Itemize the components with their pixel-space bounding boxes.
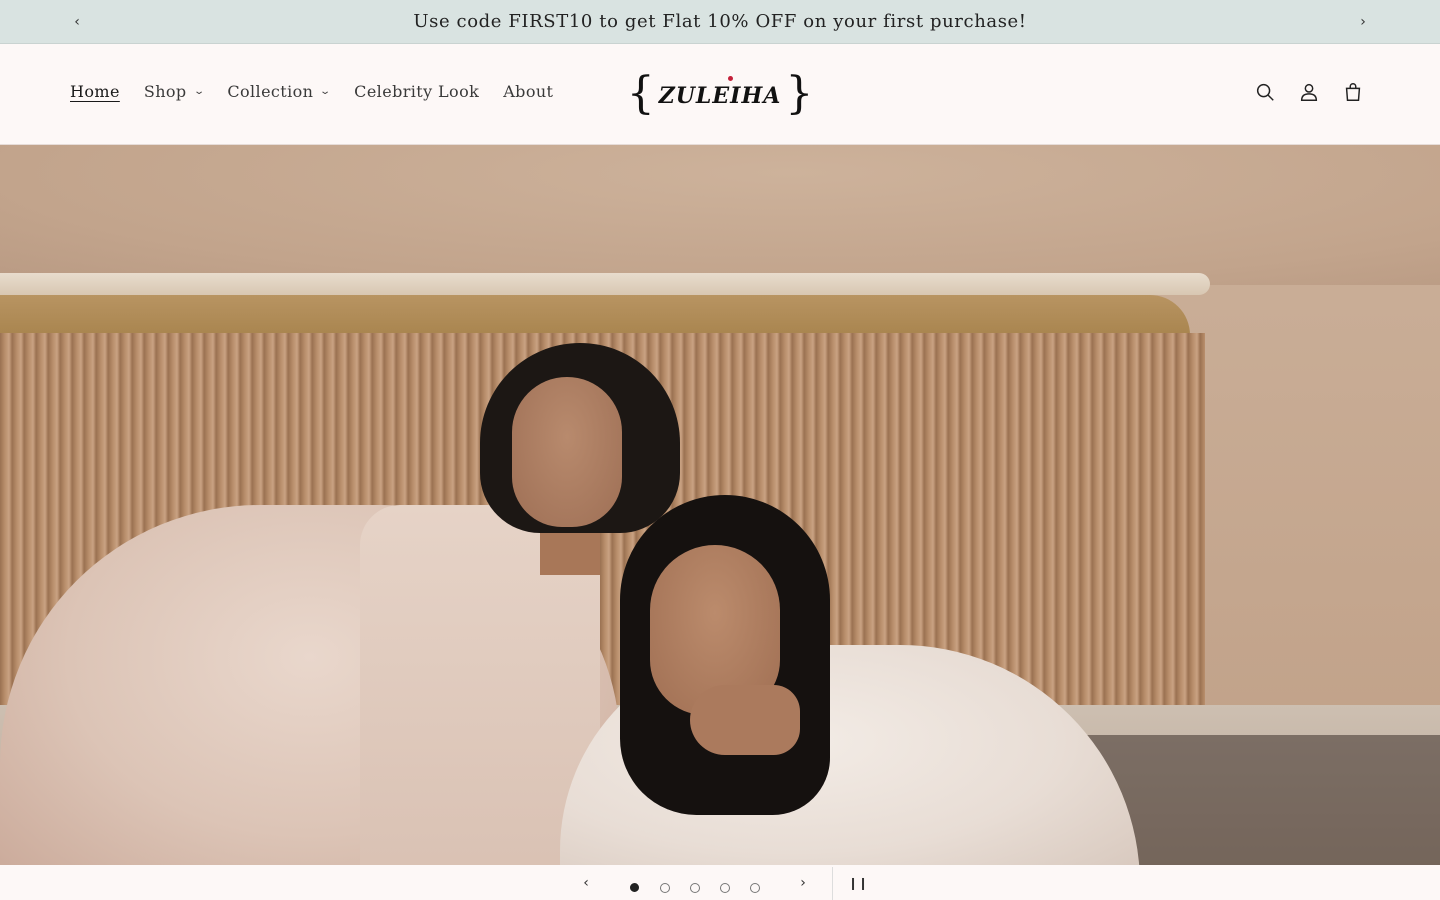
slide-dot-3[interactable] <box>690 883 700 893</box>
pause-icon: ❙❙ <box>847 876 869 890</box>
main-nav: Home Shop ⌄ Collection ⌄ Celebrity Look Ab… <box>70 82 577 101</box>
announcement-bar: ‹ Use code FIRST10 to get Flat 10% OFF o… <box>0 0 1440 44</box>
slide-prev-button[interactable]: ‹ <box>578 875 594 891</box>
nav-item-shop[interactable]: Shop ⌄ <box>143 82 206 101</box>
nav-item-label: Celebrity Look <box>354 82 480 101</box>
nav-item-celebrity-look[interactable]: Celebrity Look <box>354 82 479 101</box>
announcement-text: Use code FIRST10 to get Flat 10% OFF on … <box>413 11 1027 32</box>
chevron-down-icon: ⌄ <box>192 86 206 97</box>
brand-logo[interactable]: { ZULEIHA } <box>627 70 814 118</box>
controls-divider <box>832 867 833 900</box>
logo-brace-right: } <box>785 68 814 119</box>
logo-accent-dot <box>728 76 733 81</box>
chevron-right-icon: › <box>800 875 806 891</box>
nav-item-about[interactable]: About <box>503 82 553 101</box>
nav-item-home[interactable]: Home <box>70 82 120 101</box>
nav-item-label: Collection <box>227 82 314 101</box>
model-2-hand <box>690 685 800 755</box>
slideshow-pause-button[interactable]: ❙❙ <box>847 875 869 891</box>
model-1-face <box>512 377 622 527</box>
slide-dot-2[interactable] <box>660 883 670 893</box>
logo-text: ZULEIHA <box>658 83 782 109</box>
announcement-next-button[interactable]: › <box>1353 12 1373 32</box>
slide-next-button[interactable]: › <box>795 875 811 891</box>
logo-brace-left: { <box>626 68 655 119</box>
hero-counter-band <box>0 295 1190 335</box>
nav-item-label: About <box>503 82 554 101</box>
slide-dot-4[interactable] <box>720 883 730 893</box>
hero-wall <box>0 145 1440 285</box>
slideshow-controls: ‹ › ❙❙ <box>0 865 1440 900</box>
hero-slide-image[interactable] <box>0 145 1440 865</box>
chevron-right-icon: › <box>1360 14 1366 30</box>
slide-dot-1[interactable] <box>630 883 639 892</box>
chevron-left-icon: ‹ <box>583 875 589 891</box>
chevron-down-icon: ⌄ <box>319 86 332 97</box>
account-icon[interactable] <box>1298 81 1320 103</box>
nav-item-label: Shop <box>143 82 187 101</box>
chevron-left-icon: ‹ <box>74 14 80 30</box>
site-header: Home Shop ⌄ Collection ⌄ Celebrity Look Ab… <box>0 44 1440 145</box>
nav-item-collection[interactable]: Collection ⌄ <box>227 82 332 101</box>
nav-item-label: Home <box>70 82 120 101</box>
announcement-prev-button[interactable]: ‹ <box>67 12 87 32</box>
hero-counter-top <box>0 273 1210 295</box>
cart-icon[interactable] <box>1342 81 1364 103</box>
slide-dot-5[interactable] <box>750 883 760 893</box>
search-icon[interactable] <box>1254 81 1276 103</box>
header-icons <box>1254 81 1364 103</box>
